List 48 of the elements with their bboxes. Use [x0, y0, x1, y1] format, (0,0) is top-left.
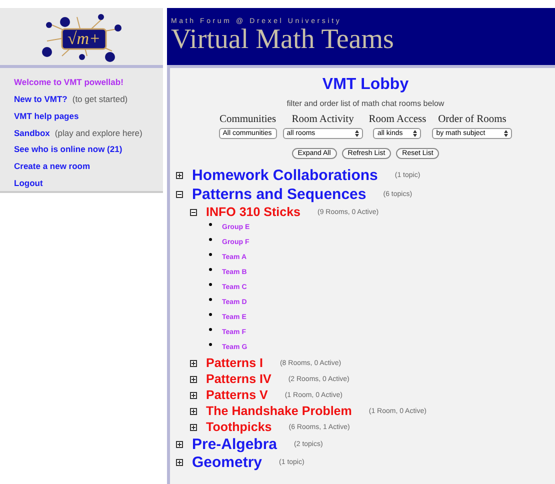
welcome-text: Welcome to VMT powellab!	[14, 77, 124, 88]
expand-icon[interactable]	[190, 392, 197, 398]
expand-icon[interactable]	[176, 172, 183, 179]
expand-icon[interactable]	[190, 408, 197, 414]
filter-label: Room Access	[368, 114, 426, 125]
filter-label: Room Activity	[292, 114, 354, 125]
expand-icon[interactable]	[190, 360, 197, 366]
link-note: (play and explore here)	[54, 128, 142, 138]
banner-title: Virtual Math Teams	[171, 25, 394, 55]
sidebar-link[interactable]: Sandbox	[14, 128, 50, 138]
sidebar-link[interactable]: VMT help pages	[14, 110, 79, 121]
expand-icon[interactable]	[190, 424, 197, 430]
collapse-icon[interactable]	[176, 191, 183, 198]
topic-link[interactable]: Toothpicks	[206, 420, 272, 434]
expand-icon[interactable]	[176, 458, 183, 466]
sidebar-link[interactable]: See who is online now (21)	[14, 144, 122, 154]
sidebar-link[interactable]: Logout	[14, 178, 43, 188]
bullet-icon	[209, 268, 212, 271]
category-link[interactable]: Pre-Algebra	[192, 436, 278, 453]
filter-label: Order of Rooms	[438, 114, 506, 125]
expand-icon[interactable]	[190, 376, 197, 382]
bullet-icon	[209, 298, 212, 301]
topic-link[interactable]: Patterns I	[206, 356, 263, 370]
category-link[interactable]: Patterns and Sequences	[192, 186, 366, 203]
link-note: (to get started)	[72, 94, 128, 104]
bullet-icon	[209, 328, 212, 331]
bullet-icon	[209, 313, 212, 316]
topic-link[interactable]: Patterns V	[206, 388, 268, 402]
lobby-title: VMT Lobby	[322, 76, 409, 94]
stepper-icon	[413, 130, 418, 137]
bullet-icon	[209, 238, 212, 241]
topic-link[interactable]: INFO 310 Sticks	[206, 205, 300, 219]
stepper-icon	[354, 130, 359, 137]
category-link[interactable]: Homework Collaborations	[192, 167, 378, 184]
bullet-icon	[209, 253, 212, 256]
expand-icon[interactable]	[176, 441, 183, 448]
filter-label: Communities	[219, 114, 276, 125]
collapse-icon[interactable]	[190, 208, 197, 216]
bullet-icon	[209, 283, 212, 286]
topic-link[interactable]: The Handshake Problem	[206, 404, 352, 418]
category-link[interactable]: Geometry	[192, 454, 262, 470]
lobby-subtitle: filter and order list of math chat rooms below	[286, 99, 444, 108]
bullet-icon	[209, 223, 212, 226]
stepper-icon	[504, 130, 508, 137]
topic-link[interactable]: Patterns IV	[206, 372, 272, 386]
sidebar-link[interactable]: Create a new room	[14, 160, 90, 171]
bullet-icon	[209, 343, 212, 346]
sidebar-link[interactable]: New to VMT?	[14, 94, 68, 104]
